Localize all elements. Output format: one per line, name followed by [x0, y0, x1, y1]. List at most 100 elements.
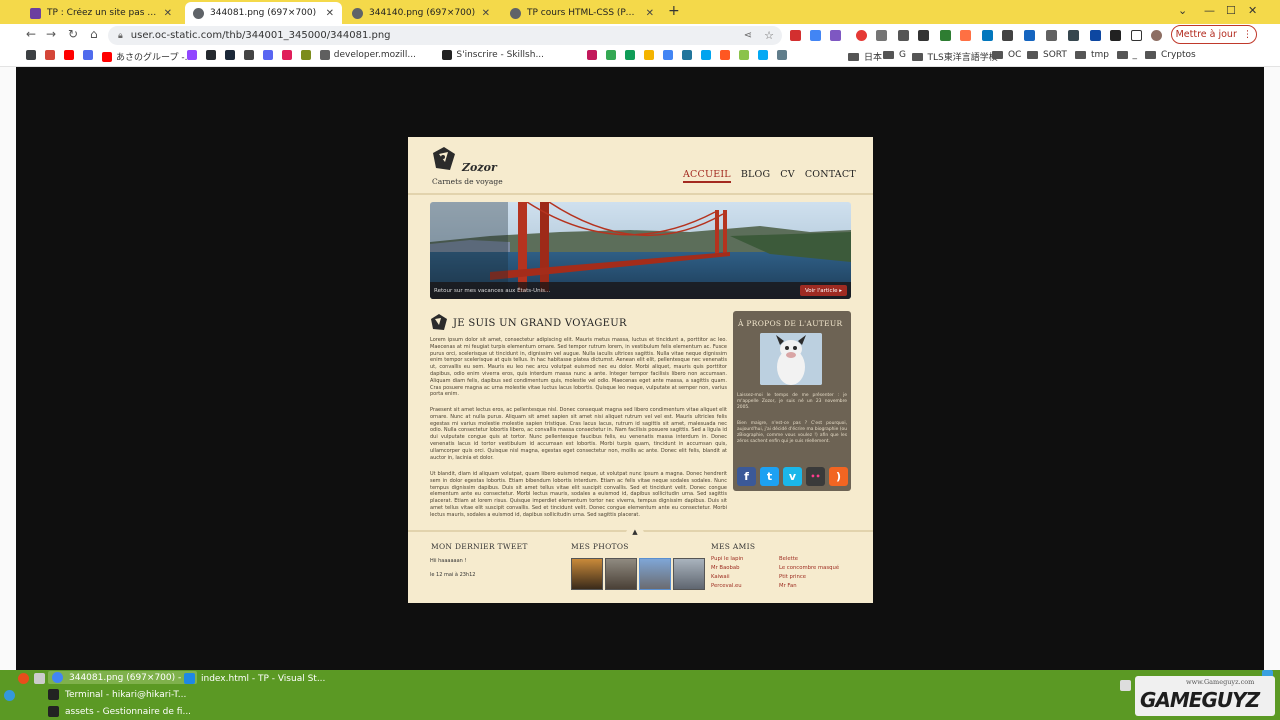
- bookmark-icon[interactable]: [205, 50, 220, 60]
- bookmark-folder[interactable]: Cryptos: [1145, 50, 1196, 60]
- extension-icon[interactable]: [1002, 30, 1013, 41]
- taskbar-vscode[interactable]: index.html - TP - Visual St...: [184, 673, 325, 684]
- article-paragraph: Lorem ipsum dolor sit amet, consectetur …: [430, 337, 727, 398]
- bookmark-icon[interactable]: [281, 50, 296, 60]
- close-icon[interactable]: ✕: [646, 8, 654, 19]
- extension-icon[interactable]: [1046, 30, 1057, 41]
- app-menu-icon[interactable]: [18, 673, 35, 684]
- minimize-icon[interactable]: —: [1204, 4, 1215, 17]
- watermark-url: www.Gameguyz.com: [1186, 678, 1255, 686]
- close-window-icon[interactable]: ✕: [1248, 4, 1257, 17]
- extension-icon[interactable]: [1068, 30, 1079, 41]
- friend-link: Belette: [779, 556, 799, 562]
- bookmark-folder[interactable]: OC: [992, 50, 1021, 60]
- bookmark-item[interactable]: あさのグループ -...: [102, 50, 193, 63]
- close-icon[interactable]: ✕: [326, 8, 334, 19]
- extension-icon[interactable]: [1090, 30, 1101, 41]
- extension-icon[interactable]: [856, 30, 867, 41]
- tab-label: TP : Créez un site pas à pas - A: [47, 8, 158, 18]
- extension-icon[interactable]: [1024, 30, 1035, 41]
- reload-icon[interactable]: ↻: [68, 27, 78, 41]
- home-icon[interactable]: ⌂: [90, 27, 98, 41]
- zozor-logo-icon: [433, 147, 455, 170]
- bookmark-folder-label: 日本: [864, 53, 883, 63]
- extension-icon[interactable]: [940, 30, 951, 41]
- tab-344081[interactable]: 344081.png (697×700) ✕: [185, 2, 342, 24]
- zozor-avatar: [760, 333, 822, 385]
- tab-tp-site[interactable]: TP : Créez un site pas à pas - A ✕: [22, 2, 180, 24]
- chevron-down-icon[interactable]: ⌄: [1178, 4, 1187, 17]
- article-title: JE SUIS UN GRAND VOYAGEUR: [453, 318, 627, 329]
- friend-link: Kaiwaii: [711, 574, 730, 580]
- maximize-icon[interactable]: ☐: [1226, 4, 1236, 17]
- tab-cours-html[interactable]: TP cours HTML-CSS (Partie03) ✕: [502, 2, 662, 24]
- bookmark-icon[interactable]: [243, 50, 258, 60]
- close-icon[interactable]: ✕: [164, 8, 172, 19]
- new-tab-icon[interactable]: +: [668, 3, 680, 19]
- close-icon[interactable]: ✕: [482, 8, 490, 19]
- bookmark-icon[interactable]: [26, 50, 40, 60]
- bookmark-folder[interactable]: SORT: [1027, 50, 1067, 60]
- forward-icon[interactable]: →: [46, 27, 56, 41]
- extension-icon[interactable]: [898, 30, 909, 41]
- lock-icon: 🔒︎: [118, 30, 123, 41]
- friend-link: Ptit prince: [779, 574, 807, 580]
- footer-friends-title: MES AMIS: [711, 542, 756, 551]
- folder-icon: [1027, 51, 1038, 59]
- extension-icon[interactable]: [790, 30, 801, 41]
- extension-icon[interactable]: [918, 30, 929, 41]
- taskbar-files[interactable]: assets - Gestionnaire de fi...: [48, 706, 191, 717]
- bookmark-icon[interactable]: [681, 50, 696, 60]
- sidepanel-icon[interactable]: [1131, 30, 1142, 41]
- bookmark-icon[interactable]: [738, 50, 753, 60]
- app-icon[interactable]: [4, 690, 21, 701]
- bookmark-icon[interactable]: [224, 50, 239, 60]
- nav-blog: BLOG: [740, 169, 771, 180]
- bookmark-icon[interactable]: [643, 50, 658, 60]
- bookmark-icon[interactable]: [719, 50, 734, 60]
- aside-title: À PROPOS DE L'AUTEUR: [738, 319, 843, 328]
- back-icon[interactable]: ←: [26, 27, 36, 41]
- taskbar-terminal[interactable]: Terminal - hikari@hikari-T...: [48, 689, 186, 700]
- extension-icon[interactable]: [876, 30, 887, 41]
- bookmark-folder[interactable]: 日本: [848, 50, 882, 63]
- bookmark-icon[interactable]: [186, 50, 201, 60]
- taskbar-image-viewer[interactable]: 344081.png (697×700) - ...: [48, 671, 197, 684]
- browser-toolbar: ← → ↻ ⌂ 🔒︎ user.oc-static.com/thb/344001…: [0, 24, 1280, 46]
- bookmark-icon[interactable]: [586, 50, 601, 60]
- bookmark-folder[interactable]: tmp: [1075, 50, 1109, 60]
- bookmark-icon[interactable]: [624, 50, 639, 60]
- bookmark-icon[interactable]: [776, 50, 791, 60]
- bookmark-item[interactable]: S'inscrire - Skillsh...: [442, 50, 544, 60]
- bookmark-folder-label: tmp: [1091, 50, 1110, 60]
- bookmark-folder[interactable]: _: [1116, 50, 1137, 60]
- extension-icon[interactable]: [982, 30, 993, 41]
- bookmark-star-icon[interactable]: ☆: [764, 29, 774, 42]
- bookmark-folder[interactable]: TLS東洋言語学校: [911, 50, 998, 63]
- tab-344140[interactable]: 344140.png (697×700) ✕: [344, 2, 498, 24]
- bookmark-icon[interactable]: [83, 50, 97, 60]
- bookmark-icon[interactable]: [662, 50, 677, 60]
- bookmark-icon[interactable]: [700, 50, 715, 60]
- address-bar[interactable]: 🔒︎ user.oc-static.com/thb/344001_345000/…: [108, 26, 782, 45]
- extension-icon[interactable]: [960, 30, 971, 41]
- bookmark-icon[interactable]: [757, 50, 772, 60]
- extension-icon[interactable]: [830, 30, 841, 41]
- update-button[interactable]: Mettre à jour ⋮: [1171, 25, 1257, 44]
- puzzle-icon[interactable]: [1110, 30, 1121, 41]
- bookmark-icon[interactable]: [64, 50, 78, 60]
- extension-icon[interactable]: [810, 30, 821, 41]
- bookmark-item[interactable]: developer.mozill...: [319, 50, 416, 60]
- bookmark-icon[interactable]: [45, 50, 59, 60]
- tweet-text: Hii haaaaaan !: [430, 558, 467, 564]
- bookmark-icon[interactable]: [605, 50, 620, 60]
- bookmark-favicon-icon: [776, 50, 787, 60]
- bookmark-favicon-icon: [442, 50, 453, 60]
- bookmark-icon[interactable]: [300, 50, 315, 60]
- share-icon[interactable]: ⋖: [744, 30, 752, 41]
- bookmark-folder[interactable]: G: [883, 50, 906, 60]
- bookmark-favicon-icon: [586, 50, 597, 60]
- avatar[interactable]: [1151, 30, 1162, 41]
- nav-cv: CV: [780, 169, 795, 180]
- bookmark-icon[interactable]: [262, 50, 277, 60]
